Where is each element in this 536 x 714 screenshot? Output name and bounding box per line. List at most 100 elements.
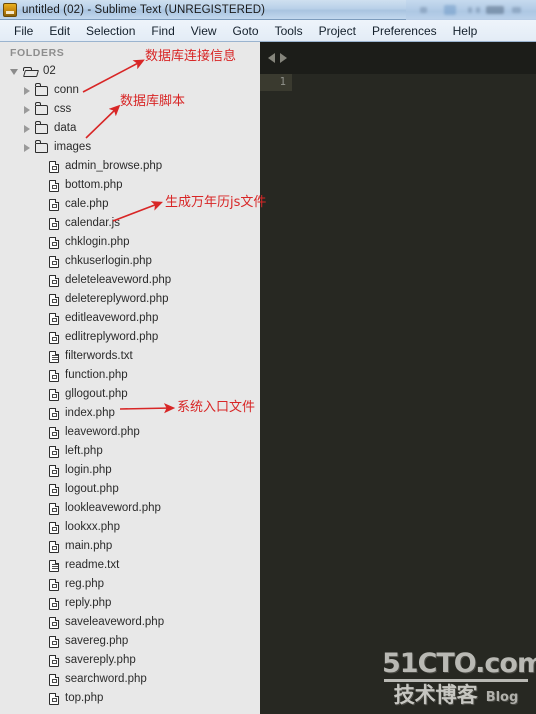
window-controls-region[interactable]	[406, 0, 536, 20]
menu-item-help[interactable]: Help	[445, 22, 486, 40]
tree-folder-root[interactable]: 02	[0, 62, 256, 81]
tree-file-left.php[interactable]: left.php	[0, 442, 256, 461]
window-title: untitled (02) - Sublime Text (UNREGISTER…	[22, 3, 266, 16]
menu-item-file[interactable]: File	[6, 22, 41, 40]
menu-item-goto[interactable]: Goto	[225, 22, 267, 40]
tree-file-logout.php[interactable]: logout.php	[0, 480, 256, 499]
sublime-text-window: untitled (02) - Sublime Text (UNREGISTER…	[0, 0, 536, 714]
tree-file-admin_browse.php[interactable]: admin_browse.php	[0, 157, 256, 176]
folder-icon	[34, 102, 48, 115]
tree-item-label: function.php	[65, 369, 128, 381]
tree-file-login.php[interactable]: login.php	[0, 461, 256, 480]
tree-folder-conn[interactable]: conn	[0, 81, 256, 100]
file-code-icon	[49, 521, 59, 534]
tree-folder-css[interactable]: css	[0, 100, 256, 119]
tree-file-leaveword.php[interactable]: leaveword.php	[0, 423, 256, 442]
tree-file-reg.php[interactable]: reg.php	[0, 575, 256, 594]
chevron-down-icon[interactable]	[10, 68, 18, 75]
tree-item-label: saveleaveword.php	[65, 616, 165, 628]
tree-item-label: lookleaveword.php	[65, 502, 161, 514]
line-number: 1	[279, 76, 286, 88]
tree-item-label: editleaveword.php	[65, 312, 159, 324]
menu-item-tools[interactable]: Tools	[267, 22, 311, 40]
chevron-right-icon[interactable]	[24, 105, 30, 114]
title-bar: untitled (02) - Sublime Text (UNREGISTER…	[0, 0, 536, 20]
tree-item-label: savereg.php	[65, 635, 129, 647]
tree-item-label: reg.php	[65, 578, 105, 590]
tree-file-bottom.php[interactable]: bottom.php	[0, 176, 256, 195]
tree-item-label: gllogout.php	[65, 388, 128, 400]
tree-file-main.php[interactable]: main.php	[0, 537, 256, 556]
file-code-icon	[49, 198, 59, 211]
tree-file-readme.txt[interactable]: readme.txt	[0, 556, 256, 575]
tree-file-lookxx.php[interactable]: lookxx.php	[0, 518, 256, 537]
tree-file-savereg.php[interactable]: savereg.php	[0, 632, 256, 651]
tree-item-label: main.php	[65, 540, 113, 552]
file-code-icon	[49, 293, 59, 306]
menu-item-preferences[interactable]: Preferences	[364, 22, 445, 40]
code-area[interactable]: 1	[260, 74, 536, 714]
chevron-right-icon[interactable]	[24, 124, 30, 133]
tree-item-label: logout.php	[65, 483, 119, 495]
file-code-icon	[49, 540, 59, 553]
arrow-left-icon[interactable]	[268, 53, 275, 63]
tree-file-edlitreplyword.php[interactable]: edlitreplyword.php	[0, 328, 256, 347]
menu-item-selection[interactable]: Selection	[78, 22, 143, 40]
tree-file-function.php[interactable]: function.php	[0, 366, 256, 385]
tree-item-label: index.php	[65, 407, 115, 419]
tree-item-label: savereply.php	[65, 654, 136, 666]
tree-item-label: reply.php	[65, 597, 112, 609]
tree-item-label: filterwords.txt	[65, 350, 133, 362]
tree-folder-data[interactable]: data	[0, 119, 256, 138]
tree-file-saveleaveword.php[interactable]: saveleaveword.php	[0, 613, 256, 632]
tree-item-label: searchword.php	[65, 673, 147, 685]
tree-item-label: css	[54, 103, 72, 115]
tree-item-label: lookxx.php	[65, 521, 120, 533]
file-code-icon	[49, 236, 59, 249]
tree-item-label: readme.txt	[65, 559, 120, 571]
file-code-icon	[49, 578, 59, 591]
chevron-right-icon[interactable]	[24, 86, 30, 95]
arrow-right-icon[interactable]	[280, 53, 287, 63]
tree-file-index.php[interactable]: index.php	[0, 404, 256, 423]
file-code-icon	[49, 407, 59, 420]
tree-item-label: leaveword.php	[65, 426, 140, 438]
file-code-icon	[49, 255, 59, 268]
tree-file-searchword.php[interactable]: searchword.php	[0, 670, 256, 689]
tree-item-label: edlitreplyword.php	[65, 331, 159, 343]
tree-folder-images[interactable]: images	[0, 138, 256, 157]
tree-file-reply.php[interactable]: reply.php	[0, 594, 256, 613]
tree-file-deletereplyword.php[interactable]: deletereplyword.php	[0, 290, 256, 309]
file-code-icon	[49, 483, 59, 496]
file-code-icon	[49, 274, 59, 287]
file-code-icon	[49, 597, 59, 610]
folder-icon	[34, 121, 48, 134]
tree-file-chklogin.php[interactable]: chklogin.php	[0, 233, 256, 252]
tree-item-label: admin_browse.php	[65, 160, 163, 172]
folder-icon	[34, 140, 48, 153]
tab-bar	[260, 42, 536, 74]
tree-file-savereply.php[interactable]: savereply.php	[0, 651, 256, 670]
tree-file-top.php[interactable]: top.php	[0, 689, 256, 708]
tree-item-label: cale.php	[65, 198, 109, 210]
file-code-icon	[49, 464, 59, 477]
menu-item-view[interactable]: View	[183, 22, 225, 40]
tree-file-gllogout.php[interactable]: gllogout.php	[0, 385, 256, 404]
tree-file-lookleaveword.php[interactable]: lookleaveword.php	[0, 499, 256, 518]
menu-item-find[interactable]: Find	[143, 22, 182, 40]
folder-tree: 02 conn css data images admin_browse.phpbotto…	[0, 62, 256, 708]
menu-item-project[interactable]: Project	[311, 22, 364, 40]
tree-file-chkuserlogin.php[interactable]: chkuserlogin.php	[0, 252, 256, 271]
tree-file-filterwords.txt[interactable]: filterwords.txt	[0, 347, 256, 366]
file-code-icon	[49, 445, 59, 458]
sublime-text-icon	[3, 2, 17, 17]
tree-file-editleaveword.php[interactable]: editleaveword.php	[0, 309, 256, 328]
file-code-icon	[49, 426, 59, 439]
chevron-right-icon[interactable]	[24, 143, 30, 152]
tree-file-calendar.js[interactable]: calendar.js	[0, 214, 256, 233]
tree-item-label: login.php	[65, 464, 112, 476]
menu-item-edit[interactable]: Edit	[41, 22, 78, 40]
tree-file-deleteleaveword.php[interactable]: deleteleaveword.php	[0, 271, 256, 290]
file-text-icon	[49, 559, 59, 572]
tree-file-cale.php[interactable]: cale.php	[0, 195, 256, 214]
